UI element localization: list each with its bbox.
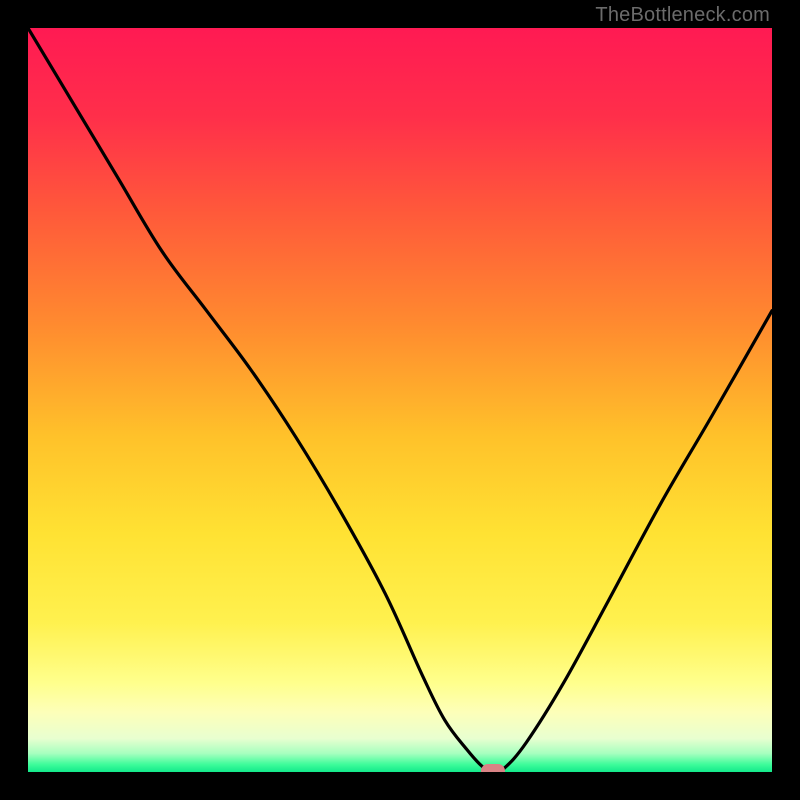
optimal-point-marker (481, 764, 505, 773)
watermark-text: TheBottleneck.com (595, 4, 770, 27)
bottleneck-chart: TheBottleneck.com (0, 0, 800, 800)
bottleneck-curve (28, 28, 772, 772)
plot-area (28, 28, 772, 772)
